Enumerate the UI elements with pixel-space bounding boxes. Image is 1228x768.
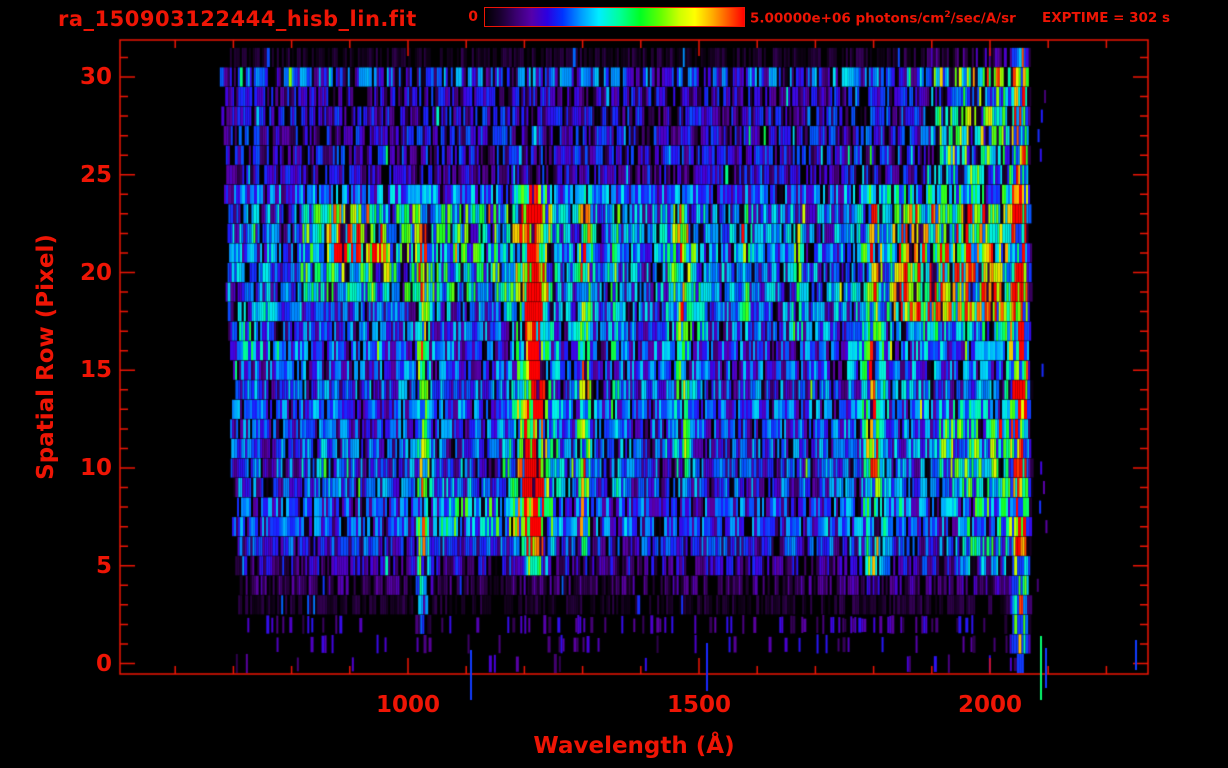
colorbar-max-value: 5.00000e+06 xyxy=(750,10,851,27)
colorbar-units-post: /sec/A/sr xyxy=(950,10,1016,27)
y-axis-title: Spatial Row (Pixel) xyxy=(33,234,59,480)
exptime-label: EXPTIME = 302 s xyxy=(1042,10,1171,26)
spectrogram-canvas[interactable] xyxy=(0,0,1228,768)
page-title: ra_150903122444_hisb_lin.fit xyxy=(58,7,417,31)
idl-plot-window: ra_150903122444_hisb_lin.fit 0 5.00000e+… xyxy=(0,0,1228,768)
x-axis-title: Wavelength (Å) xyxy=(533,733,735,759)
colorbar-gradient xyxy=(484,7,745,27)
colorbar-max-label: 5.00000e+06 photons/cm2/sec/A/sr xyxy=(750,10,1016,27)
colorbar-units-pre: photons/cm xyxy=(850,10,945,27)
colorbar-min-label: 0 xyxy=(468,9,478,25)
